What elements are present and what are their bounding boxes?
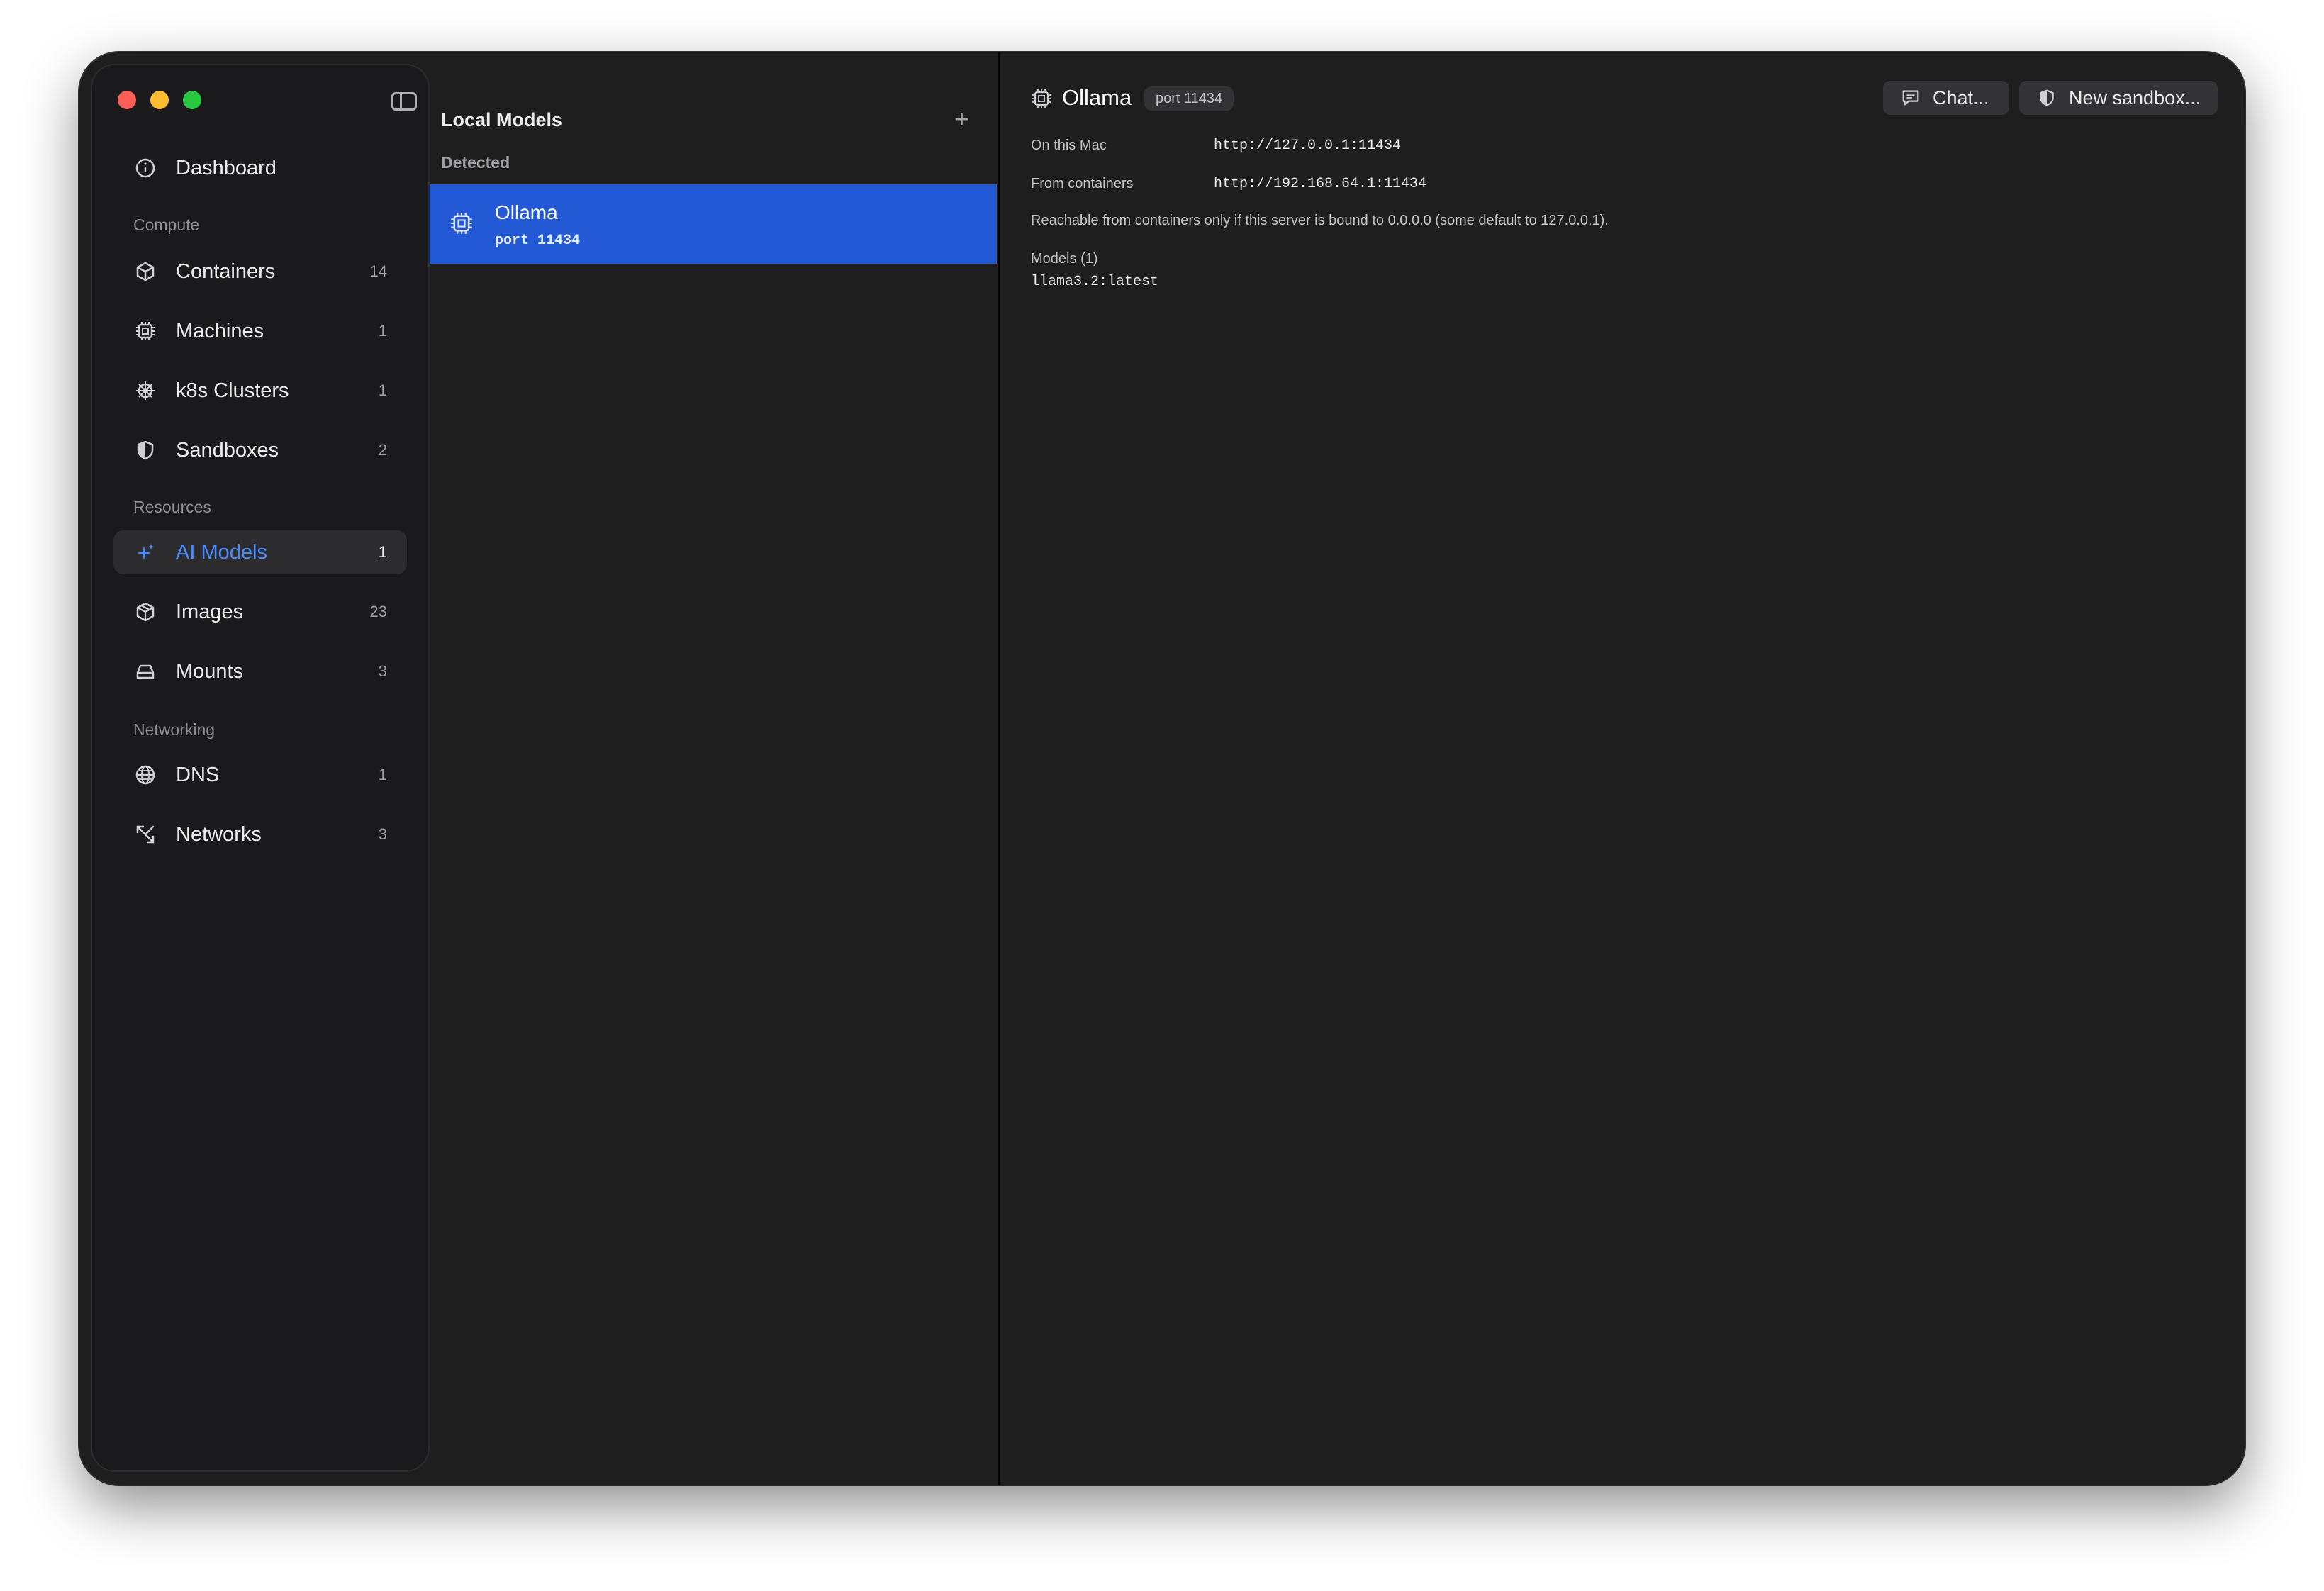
- sidebar-item-label: Dashboard: [176, 156, 276, 179]
- list-title: Local Models: [441, 109, 563, 130]
- sidebar-item-count: 2: [378, 441, 387, 459]
- sidebar-item-k8s-clusters[interactable]: k8s Clusters 1: [113, 369, 407, 413]
- reachability-note: Reachable from containers only if this s…: [1031, 213, 1609, 228]
- sidebar-item-label: Machines: [176, 319, 264, 342]
- list-item[interactable]: Ollama port 11434: [430, 184, 997, 264]
- list-section-label: Detected: [441, 153, 510, 172]
- on-this-mac-url[interactable]: http://127.0.0.1:11434: [1214, 138, 1401, 154]
- sidebar-item-label: Sandboxes: [176, 438, 279, 462]
- sidebar-item-dashboard[interactable]: Dashboard: [113, 146, 407, 190]
- cube-icon: [133, 259, 157, 284]
- sidebar-item-label: AI Models: [176, 540, 267, 564]
- sidebar-item-label: DNS: [176, 763, 220, 786]
- chat-button-label: Chat...: [1933, 86, 1989, 108]
- sidebar-item-label: Networks: [176, 822, 262, 846]
- sidebar-item-count: 1: [378, 322, 387, 340]
- sidebar-item-machines[interactable]: Machines 1: [113, 309, 407, 353]
- sidebar-item-label: k8s Clusters: [176, 379, 289, 402]
- sparkles-icon: [133, 540, 157, 564]
- model-list-pane: Local Models + Detected Ollama port 1143…: [430, 52, 997, 1485]
- sidebar-item-label: Mounts: [176, 659, 244, 683]
- on-this-mac-label: On this Mac: [1031, 138, 1107, 153]
- sidebar-item-count: 23: [369, 603, 387, 620]
- arrows-icon: [133, 822, 157, 847]
- models-title: Models (1): [1031, 251, 1098, 267]
- sidebar-item-images[interactable]: Images 23: [113, 590, 407, 634]
- list-item-port: port 11434: [495, 233, 581, 249]
- helm-wheel-icon: [133, 379, 157, 403]
- section-label-networking: Networking: [133, 720, 216, 739]
- sidebar-item-label: Containers: [176, 259, 276, 283]
- from-containers-label: From containers: [1031, 176, 1134, 191]
- shield-icon: [2036, 87, 2057, 108]
- zoom-window-button[interactable]: [183, 91, 201, 109]
- sidebar-item-containers[interactable]: Containers 14: [113, 250, 407, 294]
- globe-icon: [133, 763, 157, 787]
- chat-button[interactable]: Chat...: [1883, 81, 2009, 115]
- pane-divider[interactable]: [998, 52, 1000, 1485]
- sidebar-item-sandboxes[interactable]: Sandboxes 2: [113, 428, 407, 472]
- shield-icon: [133, 438, 157, 462]
- cpu-icon: [1031, 88, 1052, 109]
- sidebar-toggle-icon[interactable]: [391, 92, 417, 111]
- detail-pane: Ollama port 11434 Chat... New sandbox...…: [1001, 52, 2245, 1485]
- minimize-window-button[interactable]: [150, 91, 169, 109]
- list-item-name: Ollama: [495, 201, 558, 223]
- sidebar: Dashboard Compute Containers 14 Machines…: [91, 64, 430, 1472]
- sidebar-item-count: 1: [378, 766, 387, 783]
- close-window-button[interactable]: [118, 91, 136, 109]
- detail-title: Ollama: [1062, 85, 1132, 110]
- sidebar-item-dns[interactable]: DNS 1: [113, 753, 407, 797]
- sidebar-item-mounts[interactable]: Mounts 3: [113, 649, 407, 693]
- app-window: Dashboard Compute Containers 14 Machines…: [79, 52, 2245, 1485]
- model-list-item[interactable]: llama3.2:latest: [1031, 274, 1158, 290]
- from-containers-url[interactable]: http://192.168.64.1:11434: [1214, 176, 1426, 192]
- section-label-compute: Compute: [133, 216, 200, 234]
- add-icon[interactable]: +: [954, 106, 969, 132]
- cpu-icon: [449, 211, 474, 235]
- section-label-resources: Resources: [133, 498, 211, 516]
- new-sandbox-button-label: New sandbox...: [2069, 86, 2201, 108]
- sidebar-item-ai-models[interactable]: AI Models 1: [113, 530, 407, 574]
- port-badge: port 11434: [1144, 86, 1234, 111]
- info-circle-icon: [133, 156, 157, 180]
- cpu-icon: [133, 319, 157, 343]
- new-sandbox-button[interactable]: New sandbox...: [2019, 81, 2218, 115]
- sidebar-item-count: 3: [378, 662, 387, 680]
- sidebar-item-count: 1: [378, 381, 387, 399]
- sidebar-item-networks[interactable]: Networks 3: [113, 813, 407, 856]
- box-icon: [133, 600, 157, 624]
- sidebar-item-count: 3: [378, 825, 387, 843]
- sidebar-item-count: 14: [369, 262, 387, 280]
- chat-bubble-icon: [1900, 87, 1921, 108]
- sidebar-item-count: 1: [378, 543, 387, 561]
- sidebar-item-label: Images: [176, 600, 244, 623]
- drive-icon: [133, 659, 157, 683]
